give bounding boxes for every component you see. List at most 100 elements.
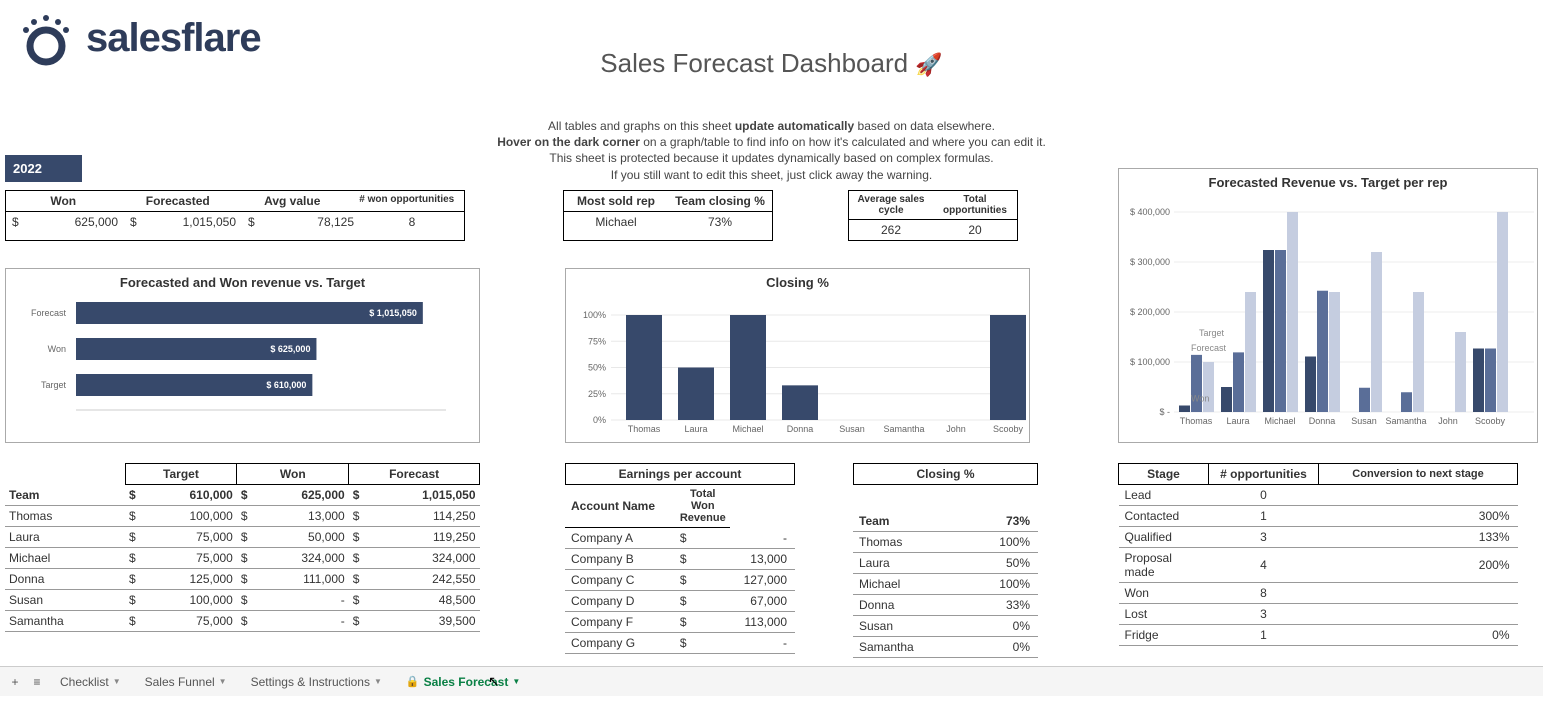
table-row: Lead0 bbox=[1119, 485, 1518, 506]
svg-text:Susan: Susan bbox=[839, 424, 865, 434]
svg-text:Laura: Laura bbox=[684, 424, 707, 434]
tab-settings[interactable]: Settings & Instructions ▼ bbox=[241, 671, 392, 693]
brand-logo: salesflare bbox=[16, 8, 261, 68]
lock-icon: 🔒 bbox=[406, 675, 420, 688]
hdr-won: Won bbox=[6, 191, 121, 211]
svg-text:Scooby: Scooby bbox=[993, 424, 1024, 434]
table-row: Company B$13,000 bbox=[565, 549, 795, 570]
val-forecasted: 1,015,050 bbox=[138, 212, 242, 232]
chart-closing-pct[interactable]: Closing % 0%25%50%75%100%ThomasLauraMich… bbox=[565, 268, 1030, 443]
val-cycle: 262 bbox=[849, 220, 933, 240]
team-hdr-won: Won bbox=[237, 464, 349, 485]
svg-text:Forecast: Forecast bbox=[1191, 343, 1227, 353]
svg-text:Samantha: Samantha bbox=[883, 424, 924, 434]
svg-text:$ 200,000: $ 200,000 bbox=[1130, 307, 1170, 317]
closing-title: Closing % bbox=[853, 463, 1038, 485]
brand-logo-icon bbox=[16, 8, 76, 68]
table-row: Michael100% bbox=[853, 574, 1038, 595]
table-row: Fridge10% bbox=[1119, 625, 1518, 646]
table-row: Laura50% bbox=[853, 553, 1038, 574]
hdr-cycle: Average sales cycle bbox=[849, 191, 933, 219]
sheet-tab-bar: + ≡ Checklist ▼ Sales Funnel ▼ Settings … bbox=[0, 666, 1543, 696]
svg-text:$ 1,015,050: $ 1,015,050 bbox=[369, 308, 417, 318]
svg-text:Thomas: Thomas bbox=[1180, 416, 1213, 426]
svg-text:Won: Won bbox=[1191, 394, 1209, 404]
svg-text:$ -: $ - bbox=[1159, 407, 1170, 417]
svg-text:John: John bbox=[1438, 416, 1458, 426]
table-row: Company D$67,000 bbox=[565, 591, 795, 612]
svg-text:Michael: Michael bbox=[732, 424, 763, 434]
tab-checklist[interactable]: Checklist ▼ bbox=[50, 671, 131, 693]
table-row: Company A$- bbox=[565, 528, 795, 549]
add-sheet-button[interactable]: + bbox=[6, 675, 24, 689]
table-row: Qualified3133% bbox=[1119, 527, 1518, 548]
svg-text:Laura: Laura bbox=[1226, 416, 1249, 426]
summary-won-forecast: Won Forecasted Avg value # won opportuni… bbox=[5, 190, 465, 241]
table-row: Company C$127,000 bbox=[565, 570, 795, 591]
earnings-col2: Total Won Revenue bbox=[676, 485, 730, 528]
svg-text:Donna: Donna bbox=[787, 424, 814, 434]
svg-text:$ 625,000: $ 625,000 bbox=[270, 344, 310, 354]
svg-text:Target: Target bbox=[41, 380, 67, 390]
stage-hdr-conv: Conversion to next stage bbox=[1319, 464, 1518, 485]
chart1-title: Forecasted and Won revenue vs. Target bbox=[6, 269, 479, 292]
year-filter[interactable]: 2022 bbox=[5, 155, 82, 182]
svg-text:Donna: Donna bbox=[1309, 416, 1336, 426]
val-won: 625,000 bbox=[20, 212, 124, 232]
table-row: Michael$75,000$324,000$324,000 bbox=[5, 548, 480, 569]
svg-text:0%: 0% bbox=[593, 415, 606, 425]
hdr-total-opps: Total opportunities bbox=[933, 191, 1017, 219]
table-row: Susan$100,000$-$48,500 bbox=[5, 590, 480, 611]
svg-text:$ 400,000: $ 400,000 bbox=[1130, 207, 1170, 217]
earnings-title: Earnings per account bbox=[565, 463, 795, 485]
closing-table: Closing % Team73%Thomas100%Laura50%Micha… bbox=[853, 463, 1038, 658]
table-row: Susan0% bbox=[853, 616, 1038, 637]
rocket-icon: 🚀 bbox=[915, 52, 942, 77]
earnings-table: Earnings per account Account Name Total … bbox=[565, 463, 795, 654]
svg-text:Susan: Susan bbox=[1351, 416, 1377, 426]
svg-text:$ 610,000: $ 610,000 bbox=[266, 380, 306, 390]
table-row: Samantha0% bbox=[853, 637, 1038, 658]
svg-text:Scooby: Scooby bbox=[1475, 416, 1506, 426]
table-row: Samantha$75,000$-$39,500 bbox=[5, 611, 480, 632]
table-row: Contacted1300% bbox=[1119, 506, 1518, 527]
svg-text:Target: Target bbox=[1199, 328, 1225, 338]
table-row: Lost3 bbox=[1119, 604, 1518, 625]
svg-text:John: John bbox=[946, 424, 966, 434]
table-row: Thomas$100,000$13,000$114,250 bbox=[5, 506, 480, 527]
chart-forecast-won-target[interactable]: Forecasted and Won revenue vs. Target Fo… bbox=[5, 268, 480, 443]
stage-hdr-stage: Stage bbox=[1119, 464, 1209, 485]
val-count: 8 bbox=[360, 212, 464, 232]
val-team-closing: 73% bbox=[668, 212, 772, 232]
svg-text:75%: 75% bbox=[588, 336, 606, 346]
table-row: Team$610,000$625,000$1,015,050 bbox=[5, 485, 480, 506]
stage-hdr-opps: # opportunities bbox=[1209, 464, 1319, 485]
table-row: Company F$113,000 bbox=[565, 612, 795, 633]
summary-rep: Most sold rep Team closing % Michael 73% bbox=[563, 190, 773, 241]
hdr-won-count: # won opportunities bbox=[350, 191, 465, 211]
svg-text:50%: 50% bbox=[588, 363, 606, 373]
svg-text:Thomas: Thomas bbox=[628, 424, 661, 434]
svg-text:$ 100,000: $ 100,000 bbox=[1130, 357, 1170, 367]
hdr-avg: Avg value bbox=[235, 191, 350, 211]
page-title: Sales Forecast Dashboard 🚀 bbox=[600, 48, 942, 79]
team-hdr-target: Target bbox=[125, 464, 237, 485]
tab-sales-forecast[interactable]: 🔒Sales Forecast ▼ bbox=[396, 671, 530, 693]
val-avg: 78,125 bbox=[256, 212, 360, 232]
svg-text:Forecast: Forecast bbox=[31, 308, 67, 318]
chart-rev-vs-target-rep[interactable]: Forecasted Revenue vs. Target per rep $ … bbox=[1118, 168, 1538, 443]
cursor-icon: ↖ bbox=[488, 673, 500, 690]
svg-text:Samantha: Samantha bbox=[1385, 416, 1426, 426]
intro-text: All tables and graphs on this sheet upda… bbox=[422, 118, 1122, 183]
hdr-most-sold: Most sold rep bbox=[564, 191, 668, 211]
brand-name: salesflare bbox=[86, 16, 261, 61]
page-title-text: Sales Forecast Dashboard bbox=[600, 48, 908, 78]
table-row: Laura$75,000$50,000$119,250 bbox=[5, 527, 480, 548]
table-row: Donna33% bbox=[853, 595, 1038, 616]
tab-sales-funnel[interactable]: Sales Funnel ▼ bbox=[135, 671, 237, 693]
svg-text:Michael: Michael bbox=[1264, 416, 1295, 426]
all-sheets-button[interactable]: ≡ bbox=[28, 675, 46, 689]
chart2-title: Closing % bbox=[566, 269, 1029, 292]
hdr-forecasted: Forecasted bbox=[121, 191, 236, 211]
chart3-title: Forecasted Revenue vs. Target per rep bbox=[1119, 169, 1537, 192]
